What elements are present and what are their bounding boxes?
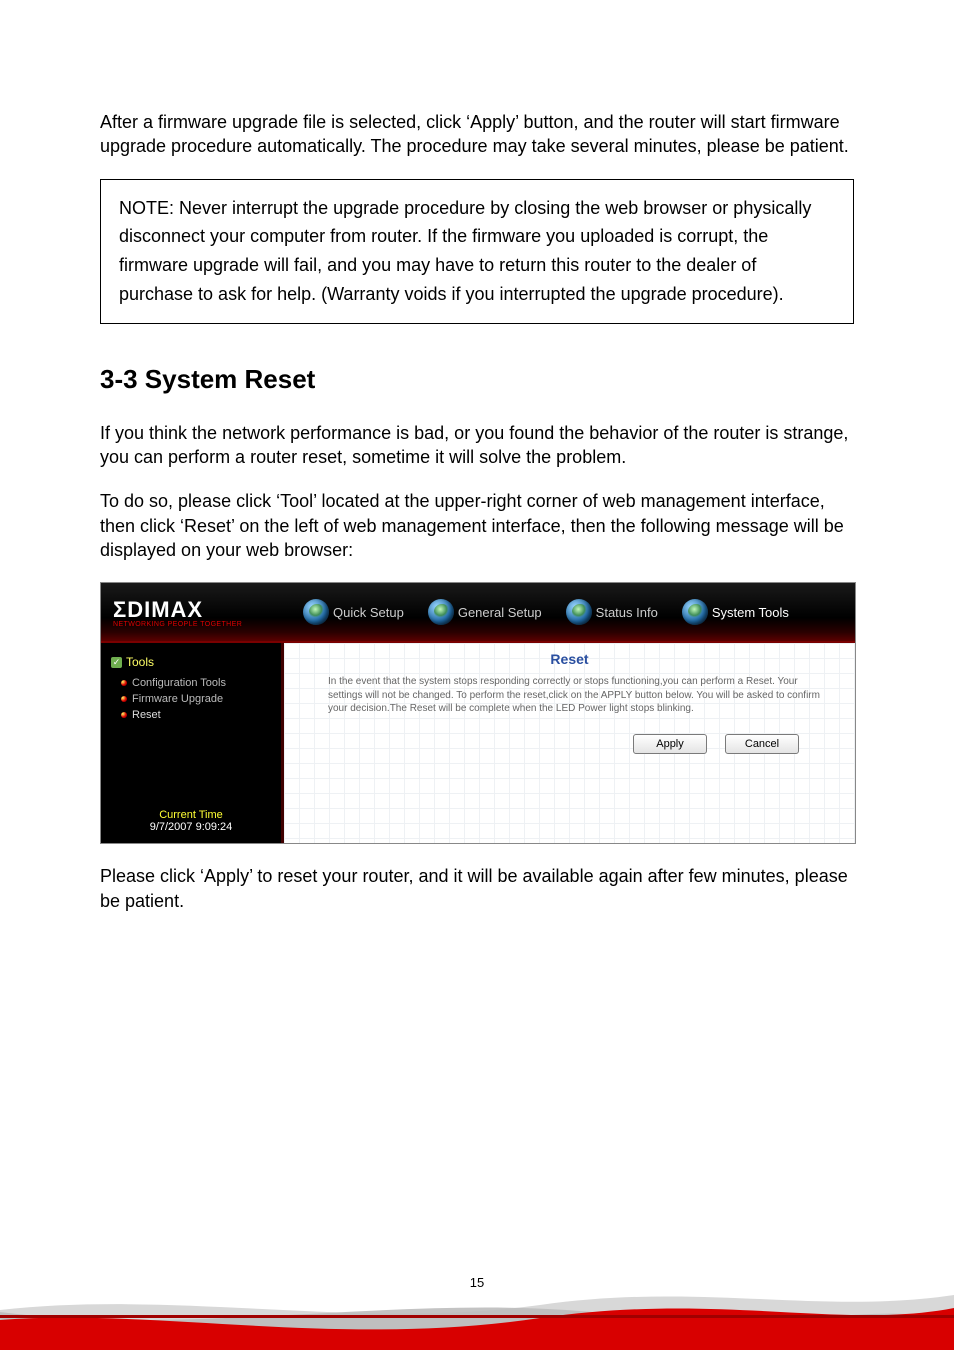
globe-icon <box>428 599 454 625</box>
top-tabs: Quick Setup General Setup Status Info Sy… <box>303 599 789 625</box>
globe-icon <box>566 599 592 625</box>
note-box: NOTE: Never interrupt the upgrade proced… <box>100 179 854 324</box>
sidebar-item-label: Firmware Upgrade <box>132 693 223 705</box>
router-admin-ui: ΣDIMAX NETWORKING PEOPLE TOGETHER Quick … <box>100 582 856 844</box>
current-time-label: Current Time <box>111 809 271 821</box>
globe-icon <box>303 599 329 625</box>
button-row: Apply Cancel <box>300 734 799 754</box>
sidebar-item-reset[interactable]: Reset <box>121 709 281 721</box>
brand-tagline: NETWORKING PEOPLE TOGETHER <box>113 621 283 628</box>
globe-icon <box>682 599 708 625</box>
check-icon: ✓ <box>111 657 122 668</box>
closing-paragraph: Please click ‘Apply’ to reset your route… <box>100 864 854 913</box>
sidebar-heading: ✓ Tools <box>111 655 281 669</box>
paragraph-3: To do so, please click ‘Tool’ located at… <box>100 489 854 562</box>
bullet-icon <box>121 712 127 718</box>
manual-page: After a firmware upgrade file is selecte… <box>0 0 954 1350</box>
content-panel: Reset In the event that the system stops… <box>284 643 855 843</box>
tab-label: Status Info <box>596 605 658 620</box>
cancel-button[interactable]: Cancel <box>725 734 799 754</box>
ui-body: ✓ Tools Configuration Tools Firmware Upg… <box>101 643 855 843</box>
tab-general-setup[interactable]: General Setup <box>428 599 542 625</box>
bullet-icon <box>121 680 127 686</box>
paragraph-2: If you think the network performance is … <box>100 421 854 470</box>
sidebar-item-label: Reset <box>132 709 161 721</box>
sidebar-item-label: Configuration Tools <box>132 677 226 689</box>
ui-header: ΣDIMAX NETWORKING PEOPLE TOGETHER Quick … <box>101 583 855 643</box>
tab-label: Quick Setup <box>333 605 404 620</box>
sidebar-heading-label: Tools <box>126 655 154 669</box>
apply-button[interactable]: Apply <box>633 734 707 754</box>
tab-status-info[interactable]: Status Info <box>566 599 658 625</box>
current-time-value: 9/7/2007 9:09:24 <box>111 821 271 833</box>
sidebar-item-firmware[interactable]: Firmware Upgrade <box>121 693 281 705</box>
tab-quick-setup[interactable]: Quick Setup <box>303 599 404 625</box>
content-description: In the event that the system stops respo… <box>328 675 833 716</box>
bullet-icon <box>121 696 127 702</box>
content-title: Reset <box>300 651 839 667</box>
tab-label: System Tools <box>712 605 789 620</box>
intro-paragraph: After a firmware upgrade file is selecte… <box>100 110 854 159</box>
section-heading: 3-3 System Reset <box>100 364 854 395</box>
brand-logo-text: ΣDIMAX <box>113 597 283 623</box>
page-number: 15 <box>0 1275 954 1290</box>
sidebar-item-config-tools[interactable]: Configuration Tools <box>121 677 281 689</box>
brand-logo: ΣDIMAX NETWORKING PEOPLE TOGETHER <box>101 597 283 628</box>
footer-wave-graphic <box>0 1260 954 1350</box>
tab-system-tools[interactable]: System Tools <box>682 599 789 625</box>
tab-label: General Setup <box>458 605 542 620</box>
sidebar: ✓ Tools Configuration Tools Firmware Upg… <box>101 643 284 843</box>
